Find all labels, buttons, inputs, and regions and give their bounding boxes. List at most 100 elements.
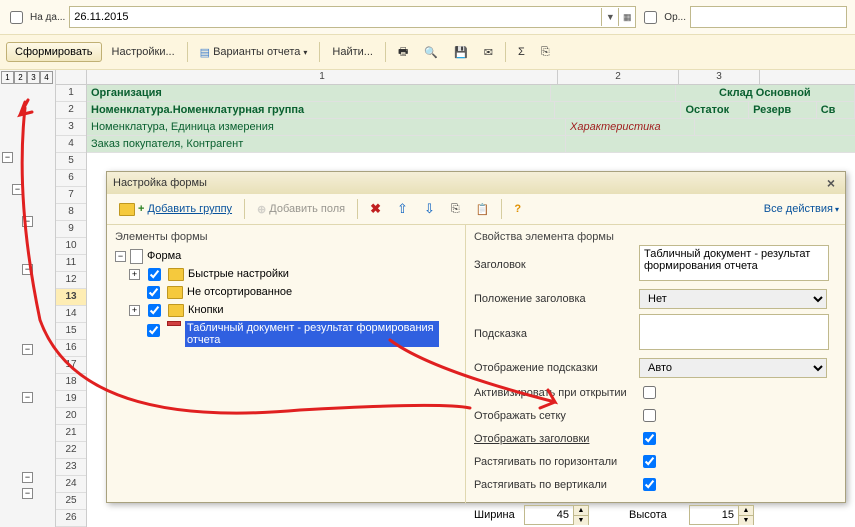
outline-expander[interactable]: − <box>22 344 33 355</box>
row-num[interactable]: 14 <box>56 306 86 323</box>
width-input[interactable] <box>525 509 573 521</box>
outline-expander[interactable]: − <box>22 472 33 483</box>
settings-button[interactable]: Настройки... <box>106 43 181 61</box>
move-up-icon[interactable]: ⇧ <box>391 198 414 220</box>
report-variants-button[interactable]: ▤ Варианты отчета ▾ <box>194 43 314 62</box>
close-icon[interactable]: × <box>823 175 839 191</box>
outline-level-4[interactable]: 4 <box>40 71 53 84</box>
row-num[interactable]: 4 <box>56 136 86 153</box>
org-input[interactable] <box>691 9 846 25</box>
outline-expander[interactable]: − <box>22 264 33 275</box>
copy-icon[interactable]: ⎘ <box>445 200 466 219</box>
find-button[interactable]: Найти... <box>326 43 379 61</box>
date-input[interactable] <box>70 9 601 25</box>
expand-icon[interactable]: + <box>129 269 140 280</box>
col-header-3[interactable]: 3 <box>679 70 760 84</box>
row-num[interactable]: 23 <box>56 459 86 476</box>
prop-stretchh-label: Растягивать по горизонтали <box>474 456 639 468</box>
row-num[interactable]: 16 <box>56 340 86 357</box>
cell-nomgroup: Номенклатура.Номенклатурная группа <box>87 102 555 118</box>
help-icon[interactable]: ? <box>508 200 527 218</box>
row-num[interactable]: 20 <box>56 408 86 425</box>
row-num[interactable]: 10 <box>56 238 86 255</box>
tree-checkbox[interactable] <box>148 268 161 281</box>
prop-activate-checkbox[interactable] <box>643 386 656 399</box>
tree-checkbox[interactable] <box>147 324 160 337</box>
all-actions-button[interactable]: Все действия▾ <box>764 203 839 215</box>
prop-showheaders-checkbox[interactable] <box>643 432 656 445</box>
row-num[interactable]: 5 <box>56 153 86 170</box>
tree-checkbox[interactable] <box>147 286 160 299</box>
delete-icon[interactable]: ✖ <box>364 198 387 220</box>
move-down-icon[interactable]: ⇩ <box>418 198 441 220</box>
row-num[interactable]: 7 <box>56 187 86 204</box>
width-spinner[interactable]: ▲▼ <box>524 505 589 525</box>
prop-hint-input[interactable] <box>639 314 829 350</box>
row-num[interactable]: 12 <box>56 272 86 289</box>
prop-stretchh-checkbox[interactable] <box>643 455 656 468</box>
spin-down-icon[interactable]: ▼ <box>739 516 753 525</box>
row-num[interactable]: 2 <box>56 102 86 119</box>
print-icon[interactable]: 🖶 <box>392 40 414 65</box>
expand-icon[interactable]: + <box>129 305 140 316</box>
tree-item-unsorted[interactable]: Не отсортированное <box>107 283 465 301</box>
spin-up-icon[interactable]: ▲ <box>574 506 588 516</box>
generate-button[interactable]: Сформировать <box>6 42 102 62</box>
tree-item-form[interactable]: − Форма <box>107 247 465 265</box>
tree-item-quick[interactable]: + Быстрые настройки <box>107 265 465 283</box>
prop-hintdisp-select[interactable]: Авто <box>639 358 827 378</box>
tree-item-result-doc[interactable]: Табличный документ - результат формирова… <box>107 319 465 349</box>
paste-icon[interactable]: 📋 <box>470 200 496 219</box>
col-header-2[interactable]: 2 <box>558 70 679 84</box>
prop-showgrid-checkbox[interactable] <box>643 409 656 422</box>
outline-expander[interactable]: − <box>22 216 33 227</box>
dropdown-icon[interactable]: ▼ <box>601 8 618 26</box>
row-num[interactable]: 18 <box>56 374 86 391</box>
outline-level-1[interactable]: 1 <box>1 71 14 84</box>
row-num[interactable]: 8 <box>56 204 86 221</box>
tree-item-buttons[interactable]: + Кнопки <box>107 301 465 319</box>
col-header-1[interactable]: 1 <box>87 70 558 84</box>
row-num[interactable]: 15 <box>56 323 86 340</box>
spin-up-icon[interactable]: ▲ <box>739 506 753 516</box>
prop-title-input[interactable]: Табличный документ - результат формирова… <box>639 245 829 281</box>
row-num[interactable]: 17 <box>56 357 86 374</box>
preview-icon[interactable]: 🔍 <box>418 43 444 62</box>
spin-down-icon[interactable]: ▼ <box>574 516 588 525</box>
row-num[interactable]: 24 <box>56 476 86 493</box>
row-num[interactable]: 22 <box>56 442 86 459</box>
copy-icon[interactable]: ⎘ <box>535 43 556 62</box>
row-num[interactable]: 6 <box>56 170 86 187</box>
row-num[interactable]: 3 <box>56 119 86 136</box>
save-icon[interactable]: 💾 <box>448 43 474 62</box>
tree-checkbox[interactable] <box>148 304 161 317</box>
mail-icon[interactable]: ✉ <box>478 43 499 62</box>
outline-level-2[interactable]: 2 <box>14 71 27 84</box>
org-field[interactable] <box>690 6 847 28</box>
outline-expander[interactable]: − <box>12 184 23 195</box>
on-date-checkbox[interactable] <box>10 11 23 24</box>
calendar-icon[interactable]: ▦ <box>618 8 635 26</box>
prop-titlepos-select[interactable]: Нет <box>639 289 827 309</box>
row-num[interactable]: 19 <box>56 391 86 408</box>
outline-expander[interactable]: − <box>22 392 33 403</box>
prop-stretchv-checkbox[interactable] <box>643 478 656 491</box>
add-group-button[interactable]: + Добавить группу <box>113 200 238 219</box>
row-num[interactable]: 9 <box>56 221 86 238</box>
add-fields-button[interactable]: ⊕ Добавить поля <box>251 200 351 219</box>
date-field[interactable]: ▼ ▦ <box>69 6 636 28</box>
row-num[interactable]: 1 <box>56 85 86 102</box>
outline-expander[interactable]: − <box>2 152 13 163</box>
outline-level-3[interactable]: 3 <box>27 71 40 84</box>
outline-expander[interactable]: − <box>22 488 33 499</box>
row-num[interactable]: 11 <box>56 255 86 272</box>
row-num[interactable]: 21 <box>56 425 86 442</box>
expand-icon[interactable]: − <box>115 251 126 262</box>
org-checkbox[interactable] <box>644 11 657 24</box>
form-elements-header: Элементы формы <box>107 229 465 245</box>
row-num[interactable]: 13 <box>56 289 86 306</box>
sum-icon[interactable]: Σ <box>512 43 531 61</box>
row-num[interactable]: 26 <box>56 510 86 527</box>
height-spinner[interactable]: ▲▼ <box>689 505 754 525</box>
height-input[interactable] <box>690 509 738 521</box>
